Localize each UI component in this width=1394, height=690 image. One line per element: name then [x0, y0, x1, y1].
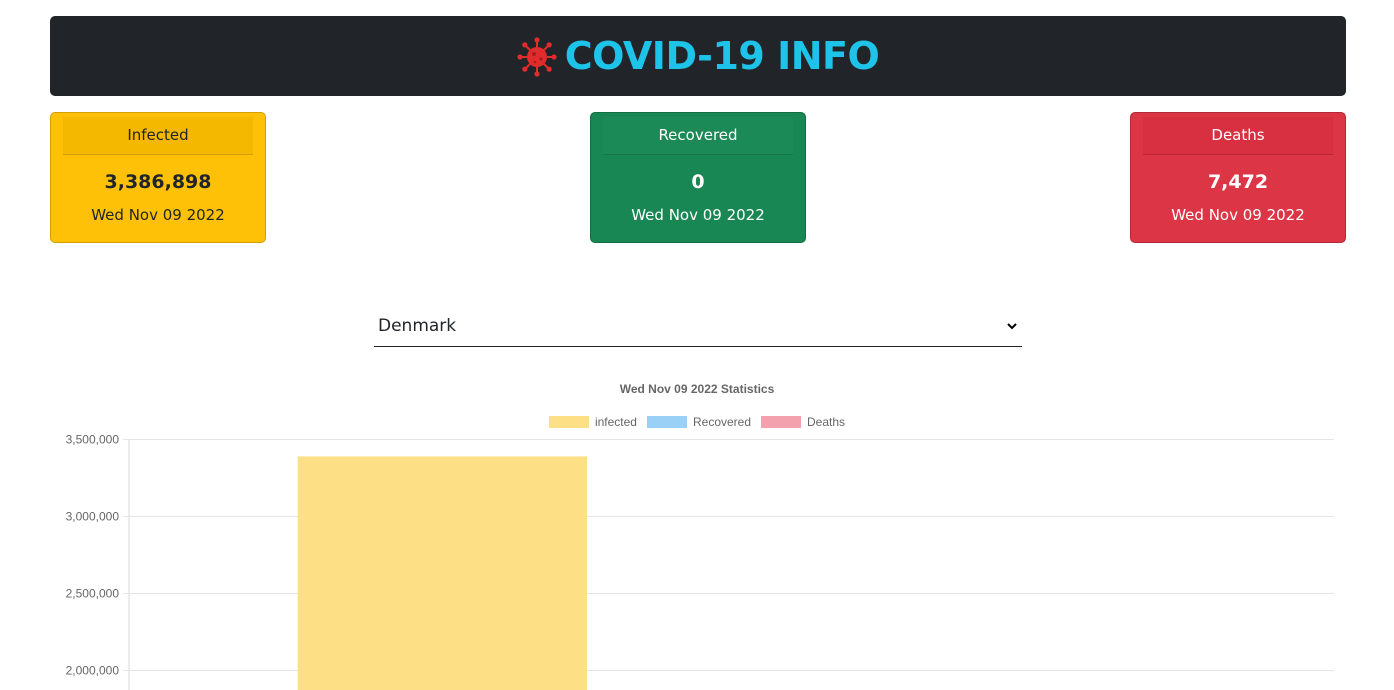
bar-infected[interactable] [297, 456, 587, 690]
y-tick-label: 3,000,000 [66, 510, 120, 524]
bar-chart: 3,500,000 3,000,000 2,500,000 2,000,000 [66, 433, 1334, 690]
y-tick-label: 2,000,000 [66, 664, 120, 678]
y-tick-label: 2,500,000 [66, 587, 120, 601]
y-tick-label: 3,500,000 [66, 433, 120, 447]
